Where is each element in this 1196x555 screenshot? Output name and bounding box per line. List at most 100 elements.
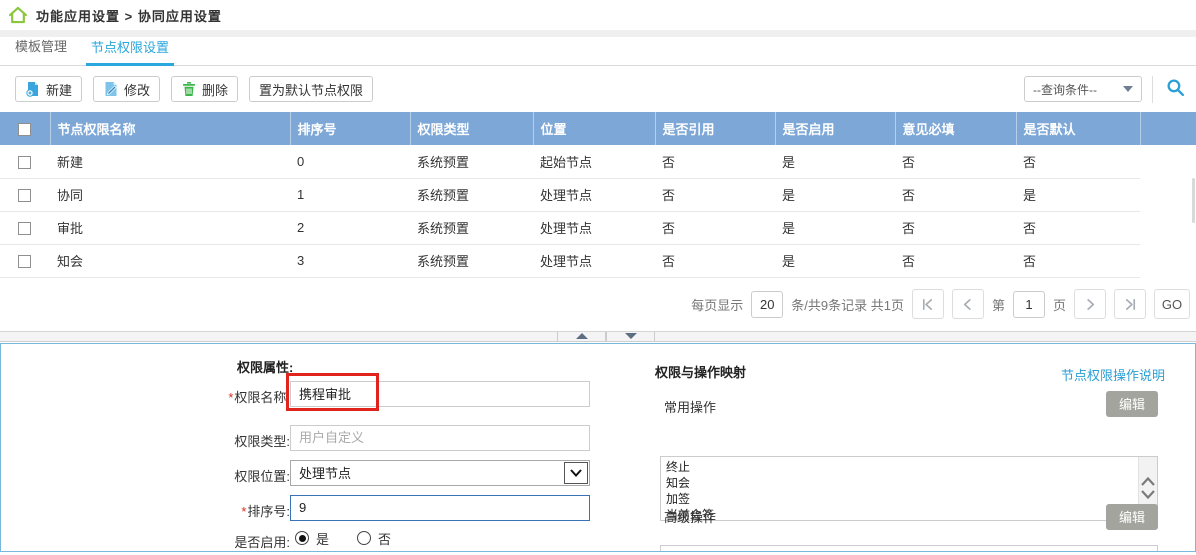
delete-button-label: 删除	[202, 80, 228, 99]
advanced-operations-listbox[interactable]	[660, 545, 1158, 552]
new-document-icon	[25, 81, 41, 97]
permission-position-label: 权限位置:	[150, 466, 290, 485]
permission-name-input[interactable]	[290, 381, 590, 407]
row-checkbox[interactable]	[18, 189, 31, 202]
cell-opinion-required: 否	[895, 211, 1016, 244]
col-header-position: 位置	[533, 112, 655, 145]
cell-blank	[1140, 178, 1196, 211]
next-page-button[interactable]	[1074, 289, 1106, 319]
dropdown-arrow-icon	[1123, 86, 1133, 92]
go-button[interactable]: GO	[1154, 289, 1190, 319]
cell-position: 起始节点	[533, 145, 655, 178]
cell-opinion-required: 否	[895, 244, 1016, 277]
cell-order: 1	[290, 178, 410, 211]
edit-document-icon	[103, 81, 119, 97]
page-number-input[interactable]	[1013, 291, 1045, 318]
edit-common-operations-button[interactable]: 编辑	[1106, 391, 1158, 417]
enabled-label: 是否启用:	[150, 532, 290, 551]
list-item[interactable]: 当前会签	[666, 507, 1132, 521]
divider-strip	[0, 30, 1196, 37]
cell-enabled: 是	[775, 244, 895, 277]
list-item[interactable]: 终止	[666, 459, 1132, 475]
cell-enabled: 是	[775, 145, 895, 178]
radio-no-label: 否	[378, 529, 391, 548]
modify-button[interactable]: 修改	[93, 76, 160, 102]
cell-referenced: 否	[655, 211, 775, 244]
collapse-down-button[interactable]	[606, 332, 655, 341]
cell-order: 3	[290, 244, 410, 277]
delete-button[interactable]: 删除	[171, 76, 238, 102]
cell-blank	[1140, 244, 1196, 277]
query-condition-select[interactable]: --查询条件--	[1024, 76, 1142, 102]
row-checkbox[interactable]	[18, 222, 31, 235]
per-page-input[interactable]	[751, 291, 783, 318]
set-default-node-permission-button[interactable]: 置为默认节点权限	[249, 76, 373, 102]
breadcrumb: 功能应用设置 > 协同应用设置	[36, 6, 222, 25]
table-row[interactable]: 新建 0 系统预置 起始节点 否 是 否 否	[0, 145, 1196, 178]
new-button[interactable]: 新建	[15, 76, 82, 102]
cell-referenced: 否	[655, 244, 775, 277]
row-checkbox[interactable]	[18, 255, 31, 268]
col-header-type: 权限类型	[410, 112, 533, 145]
panel-splitter[interactable]	[0, 331, 1196, 342]
cell-order: 2	[290, 211, 410, 244]
scroll-up-icon	[1141, 477, 1155, 486]
previous-page-button[interactable]	[952, 289, 984, 319]
list-item[interactable]: 加签	[666, 491, 1132, 507]
node-permission-table: 节点权限名称 排序号 权限类型 位置 是否引用 是否启用 意见必填 是否默认 新…	[0, 112, 1196, 278]
home-icon[interactable]	[8, 5, 28, 25]
required-mark: *	[228, 390, 233, 405]
col-header-default: 是否默认	[1016, 112, 1140, 145]
radio-yes[interactable]	[295, 531, 309, 545]
table-row[interactable]: 审批 2 系统预置 处理节点 否 是 否 否	[0, 211, 1196, 244]
col-header-opinion-required: 意见必填	[895, 112, 1016, 145]
cell-type: 系统预置	[410, 178, 533, 211]
triangle-down-icon	[625, 333, 637, 339]
table-header-row: 节点权限名称 排序号 权限类型 位置 是否引用 是否启用 意见必填 是否默认	[0, 112, 1196, 145]
scroll-down-icon	[1141, 490, 1155, 499]
table-row[interactable]: 知会 3 系统预置 处理节点 否 是 否 否	[0, 244, 1196, 277]
order-number-input[interactable]	[290, 495, 590, 521]
select-chevron-icon[interactable]	[564, 462, 588, 484]
page-prefix-label: 第	[992, 295, 1005, 314]
radio-yes-label: 是	[316, 529, 329, 548]
toolbar-divider	[1152, 76, 1153, 103]
table-row[interactable]: 协同 1 系统预置 处理节点 否 是 否 是	[0, 178, 1196, 211]
cell-order: 0	[290, 145, 410, 178]
tab-node-permission-settings[interactable]: 节点权限设置	[86, 32, 174, 66]
tab-bar: 模板管理 节点权限设置	[0, 37, 1196, 66]
common-operations-items: 终止 知会 加签 当前会签	[661, 458, 1137, 521]
cell-type: 系统预置	[410, 211, 533, 244]
select-all-checkbox[interactable]	[18, 123, 31, 136]
table-vertical-scrollbar[interactable]	[1192, 178, 1195, 223]
permission-position-select[interactable]: 处理节点	[290, 460, 590, 486]
trash-icon	[181, 81, 197, 97]
radio-no[interactable]	[357, 531, 371, 545]
cell-position: 处理节点	[533, 244, 655, 277]
last-page-button[interactable]	[1114, 289, 1146, 319]
search-button[interactable]	[1162, 76, 1188, 102]
cell-enabled: 是	[775, 178, 895, 211]
node-permission-help-link[interactable]: 节点权限操作说明	[1061, 365, 1165, 384]
advanced-operations-label: 高级操作	[664, 507, 716, 526]
records-summary: 条/共9条记录 共1页	[791, 295, 904, 314]
cell-position: 处理节点	[533, 178, 655, 211]
row-checkbox[interactable]	[18, 156, 31, 169]
col-header-order: 排序号	[290, 112, 410, 145]
tab-template-management[interactable]: 模板管理	[10, 31, 72, 65]
first-page-button[interactable]	[912, 289, 944, 319]
list-item[interactable]: 知会	[666, 475, 1132, 491]
common-operations-listbox[interactable]: 终止 知会 加签 当前会签	[660, 456, 1158, 521]
permission-position-value: 处理节点	[299, 463, 351, 482]
cell-opinion-required: 否	[895, 178, 1016, 211]
edit-advanced-operations-button[interactable]: 编辑	[1106, 504, 1158, 530]
triangle-up-icon	[576, 333, 588, 339]
cell-name: 协同	[50, 178, 290, 211]
query-condition-value: --查询条件--	[1033, 81, 1097, 98]
common-operations-label: 常用操作	[664, 397, 716, 416]
permission-type-label: 权限类型:	[150, 431, 290, 450]
collapse-up-button[interactable]	[557, 332, 606, 341]
cell-default: 否	[1016, 244, 1140, 277]
cell-name: 知会	[50, 244, 290, 277]
col-header-enabled: 是否启用	[775, 112, 895, 145]
